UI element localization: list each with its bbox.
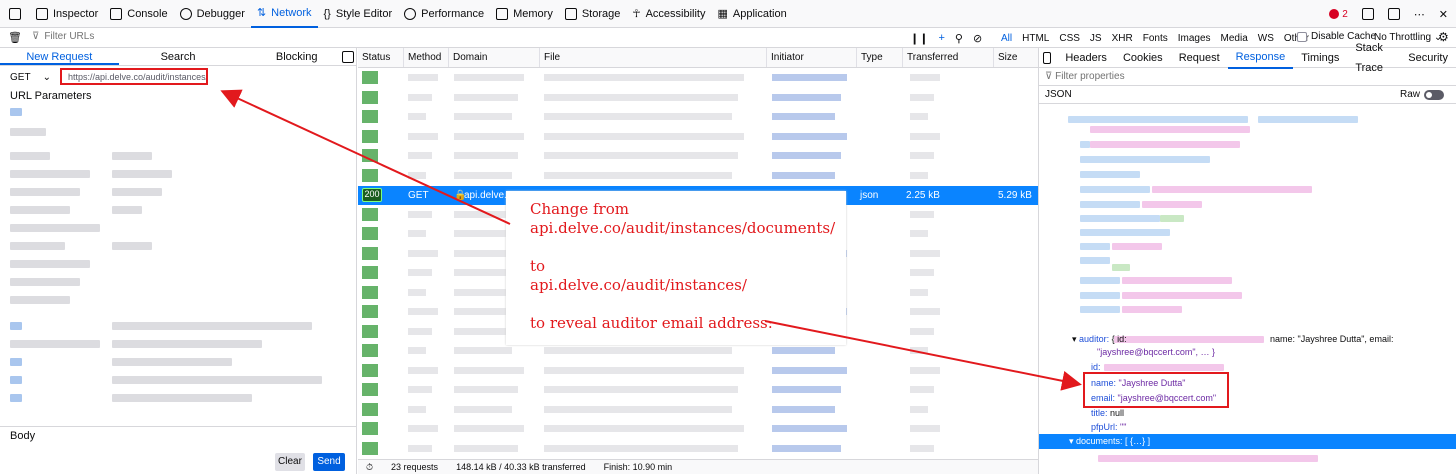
annotation-arrows xyxy=(220,89,1082,391)
arrow-to-email xyxy=(764,320,1082,391)
arrow-to-url xyxy=(220,89,511,225)
